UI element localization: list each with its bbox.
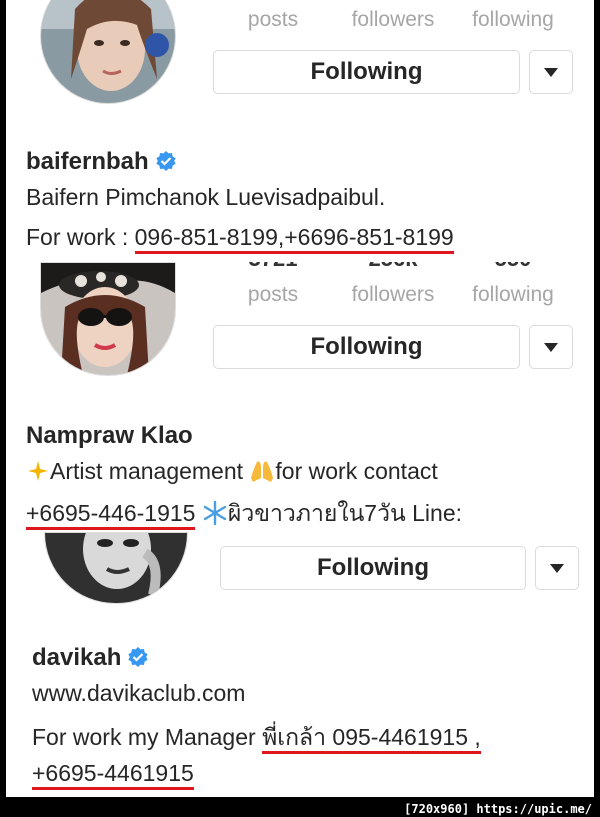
profile-panel-1: posts followers following Following baif…	[6, 0, 594, 262]
username-row: davikah	[32, 644, 149, 674]
bio-work-line: For work : 096-851-8199,+6696-851-8199	[26, 224, 454, 254]
posts-label: posts	[247, 8, 299, 31]
bio-phone[interactable]: 096-851-8199,+6696-851-8199	[134, 224, 454, 254]
following-button[interactable]: Following	[220, 546, 526, 590]
followers-count: 256k	[333, 262, 453, 272]
caret-down-icon	[550, 563, 564, 573]
bio-management-after: for work contact	[275, 458, 438, 484]
bio-manager-prefix: For work my Manager	[32, 724, 263, 750]
following-label: following	[472, 8, 554, 31]
avatar[interactable]	[44, 532, 188, 604]
posts-label: posts	[247, 283, 299, 306]
following-count: 550	[453, 262, 573, 272]
bio-name: Baifern Pimchanok Luevisadpaibul.	[26, 184, 386, 210]
posts-count: 3721	[213, 262, 333, 272]
username-row: baifernbah	[26, 148, 177, 178]
screenshot-collage: posts followers following Following baif…	[6, 0, 594, 797]
followers-label: followers	[351, 283, 435, 306]
sparkles-icon	[26, 458, 50, 484]
bio-manager-line: For work my Manager พี่เกล้า 095-4461915…	[32, 720, 481, 756]
bio-management-line: Artist management for work contact	[26, 458, 438, 485]
bio-thai-text: ผิวขาวภายใน7วัน Line:	[227, 500, 463, 526]
avatar[interactable]	[40, 0, 176, 104]
following-label: following	[472, 283, 554, 306]
bio-work-prefix: For work :	[26, 224, 135, 250]
dropdown-button[interactable]	[529, 325, 573, 369]
bio-website[interactable]: www.davikaclub.com	[32, 680, 245, 707]
username-row: Nampraw Klao	[26, 422, 193, 450]
verified-badge-icon	[155, 150, 177, 178]
followers-label: followers	[351, 8, 435, 31]
snowflake-icon	[202, 500, 228, 526]
bio-manager-contact[interactable]: พี่เกล้า 095-4461915 ,	[262, 724, 481, 754]
username[interactable]: Nampraw Klao	[26, 422, 193, 449]
following-button[interactable]: Following	[213, 325, 520, 369]
profile-panel-3: Following davikah www.davikaclub.com For…	[6, 532, 594, 797]
dropdown-button[interactable]	[535, 546, 579, 590]
avatar[interactable]	[40, 262, 176, 376]
caret-down-icon	[544, 342, 558, 352]
bio-phone-line: +6695-446-1915 ผิวขาวภายใน7วัน Line:	[26, 496, 462, 532]
dropdown-button[interactable]	[529, 50, 573, 94]
username[interactable]: davikah	[32, 644, 121, 671]
verified-badge-icon	[127, 646, 149, 674]
bio-management-text: Artist management	[50, 458, 250, 484]
following-button[interactable]: Following	[213, 50, 520, 94]
profile-panel-2: 3721 256k 550 posts followers following …	[6, 262, 594, 532]
image-caption: [720x960] https://upic.me/	[404, 802, 592, 816]
folded-hands-icon	[249, 458, 275, 484]
username[interactable]: baifernbah	[26, 148, 149, 175]
bio-phone-line: +6695-4461915	[32, 760, 194, 790]
bio-phone[interactable]: +6695-4461915	[32, 760, 194, 790]
caret-down-icon	[544, 67, 558, 77]
bio-phone[interactable]: +6695-446-1915	[26, 500, 196, 530]
